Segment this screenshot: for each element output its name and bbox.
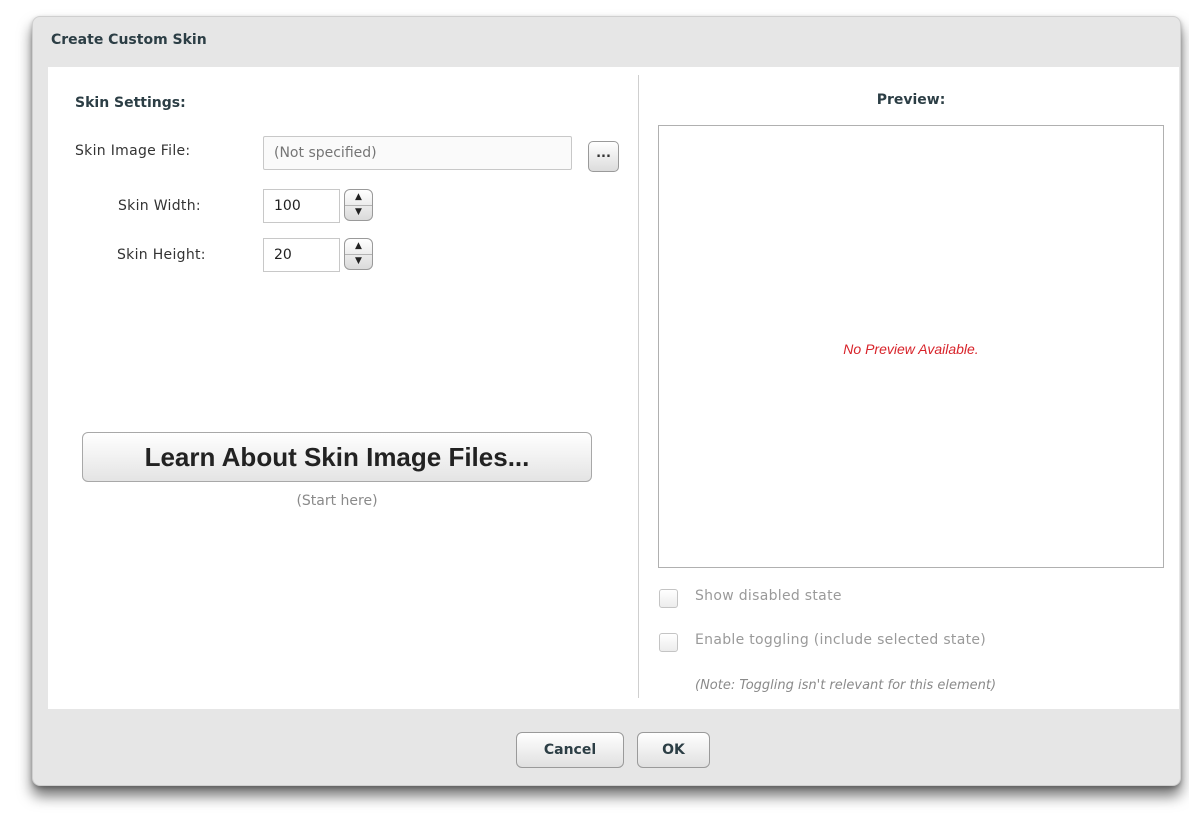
panel-divider <box>638 75 639 698</box>
no-preview-message: No Preview Available. <box>843 341 979 357</box>
cancel-button[interactable]: Cancel <box>516 732 624 768</box>
skin-width-stepper[interactable]: ▲ ▼ <box>344 189 373 221</box>
skin-image-file-input[interactable] <box>263 136 572 170</box>
ok-button[interactable]: OK <box>637 732 710 768</box>
skin-width-input[interactable] <box>263 189 340 223</box>
browse-file-button[interactable]: ... <box>588 141 619 172</box>
skin-settings-heading: Skin Settings: <box>75 95 186 111</box>
skin-height-label: Skin Height: <box>117 247 206 263</box>
skin-image-file-label: Skin Image File: <box>75 143 191 159</box>
show-disabled-checkbox[interactable] <box>659 589 678 608</box>
learn-about-skin-files-button[interactable]: Learn About Skin Image Files... <box>82 432 592 482</box>
preview-heading: Preview: <box>876 92 946 108</box>
chevron-up-icon[interactable]: ▲ <box>345 190 372 206</box>
enable-toggling-checkbox[interactable] <box>659 633 678 652</box>
enable-toggling-label: Enable toggling (include selected state) <box>695 632 987 648</box>
chevron-down-icon[interactable]: ▼ <box>345 205 372 220</box>
chevron-up-icon[interactable]: ▲ <box>345 239 372 255</box>
skin-height-stepper[interactable]: ▲ ▼ <box>344 238 373 270</box>
learn-hint-text: (Start here) <box>296 493 378 509</box>
dialog-title: Create Custom Skin <box>51 32 207 48</box>
chevron-down-icon[interactable]: ▼ <box>345 254 372 269</box>
preview-area: No Preview Available. <box>658 125 1164 568</box>
show-disabled-label: Show disabled state <box>695 588 842 604</box>
skin-width-label: Skin Width: <box>118 198 201 214</box>
toggling-note: (Note: Toggling isn't relevant for this … <box>695 678 997 693</box>
skin-height-input[interactable] <box>263 238 340 272</box>
